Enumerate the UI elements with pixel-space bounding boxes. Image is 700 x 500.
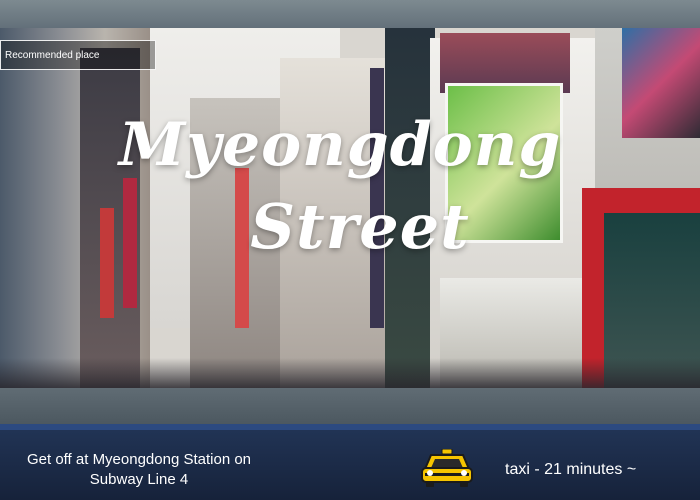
directions-text: Get off at Myeongdong Station on Subway … — [26, 451, 252, 488]
top-frame — [0, 0, 700, 28]
title-line-2: Street — [250, 190, 470, 263]
bench-stripe — [0, 424, 700, 430]
recommended-tag: Recommended place — [0, 40, 156, 70]
taxi-time-text: taxi - 21 minutes ~ — [505, 461, 637, 478]
taxi-icon — [421, 449, 473, 487]
title-line-1: Myeongdong — [118, 110, 562, 180]
bench-backrest — [0, 388, 700, 424]
crowd — [0, 358, 700, 388]
